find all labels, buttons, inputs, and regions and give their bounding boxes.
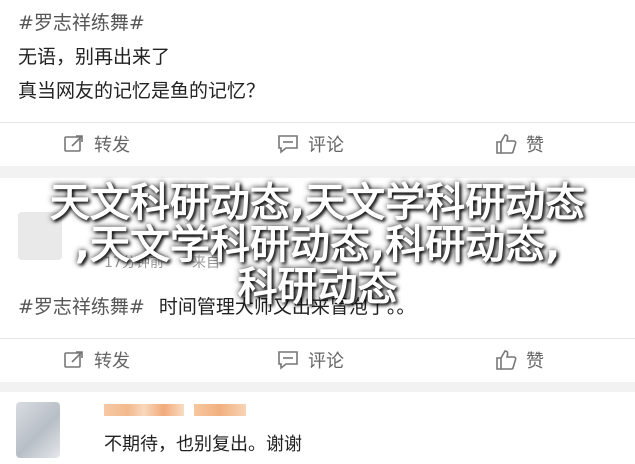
comment-icon bbox=[278, 351, 298, 370]
username-mosaic bbox=[194, 404, 246, 416]
like-label: 赞 bbox=[526, 351, 544, 372]
comment-label: 评论 bbox=[308, 351, 344, 372]
repost-button[interactable]: 转发 bbox=[62, 338, 130, 382]
post-hashtag[interactable]: #罗志祥练舞# bbox=[18, 8, 145, 35]
thumbs-up-icon bbox=[496, 134, 517, 154]
comment-button[interactable]: 评论 bbox=[276, 122, 344, 166]
post-separator bbox=[0, 382, 635, 392]
like-button[interactable]: 赞 bbox=[494, 338, 544, 382]
repost-label: 转发 bbox=[94, 351, 130, 372]
like-button[interactable]: 赞 bbox=[494, 122, 544, 166]
post-text-line-1: 无语，别再出来了 bbox=[18, 46, 171, 68]
repost-icon bbox=[64, 351, 83, 368]
post-text-line-2: 真当网友的记忆是鱼的记忆？ bbox=[18, 80, 266, 102]
like-label: 赞 bbox=[526, 135, 544, 156]
post-text: 不期待，也别复出。谢谢 bbox=[104, 434, 302, 455]
repost-button[interactable]: 转发 bbox=[62, 122, 130, 166]
comment-button[interactable]: 评论 bbox=[276, 338, 344, 382]
repost-label: 转发 bbox=[94, 135, 130, 156]
username-mosaic bbox=[104, 404, 184, 416]
comment-icon bbox=[278, 135, 298, 154]
post-actions-2: 转发 评论 赞 bbox=[0, 338, 635, 382]
comment-label: 评论 bbox=[308, 135, 344, 156]
overlay-text-line-3: 科研动态 bbox=[237, 264, 398, 310]
repost-icon bbox=[64, 135, 83, 152]
thumbs-up-icon bbox=[496, 350, 517, 370]
avatar[interactable] bbox=[16, 402, 60, 458]
post-actions-1: 转发 评论 赞 bbox=[0, 122, 635, 166]
